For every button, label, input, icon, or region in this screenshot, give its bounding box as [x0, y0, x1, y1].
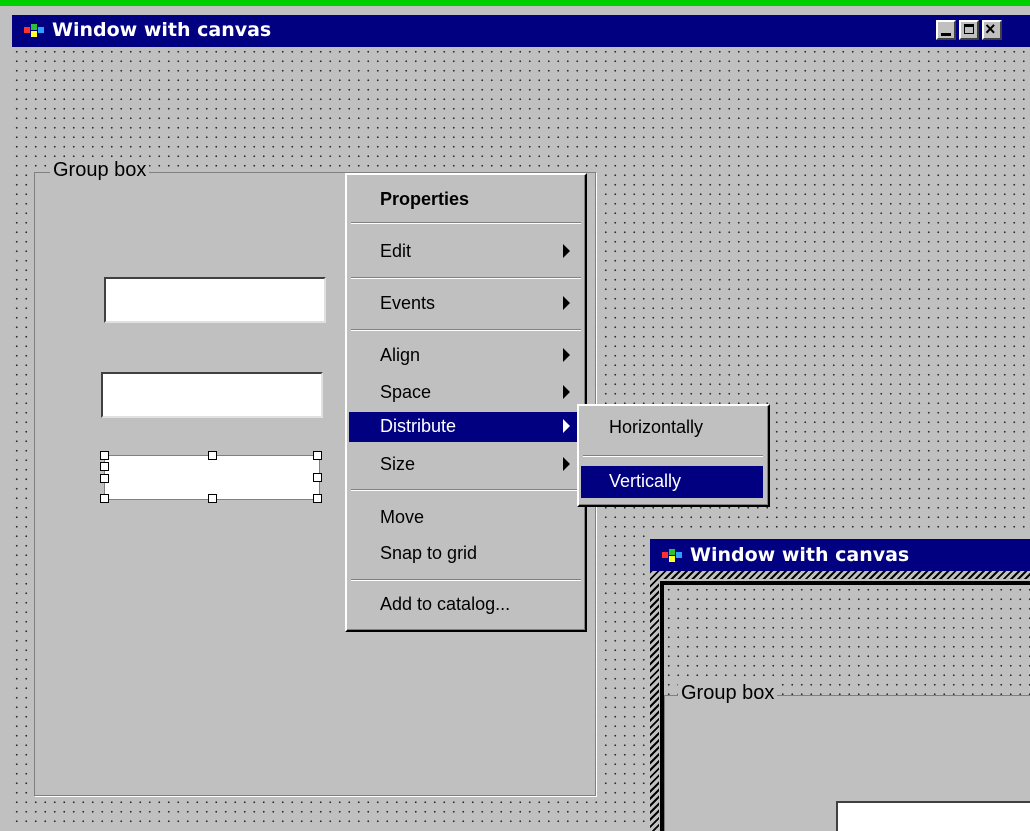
distribute-submenu: Horizontally Vertically — [577, 404, 770, 507]
resize-border-top[interactable] — [650, 571, 1030, 579]
menu-item-align[interactable]: Align — [349, 341, 583, 371]
window-title: Window with canvas — [52, 19, 272, 41]
menu-separator — [351, 489, 581, 491]
submenu-arrow-icon — [563, 348, 570, 362]
menu-item-label: Align — [380, 345, 421, 365]
menu-item-properties[interactable]: Properties — [349, 185, 583, 215]
resize-handle[interactable] — [208, 494, 217, 503]
context-menu: Properties Edit Events Align Space Distr… — [345, 173, 587, 632]
group-box-label: Group box — [50, 159, 150, 182]
menu-separator — [351, 277, 581, 279]
minimize-button[interactable] — [936, 20, 956, 40]
second-group-box-label: Group box — [678, 682, 778, 705]
resize-handle[interactable] — [100, 462, 109, 471]
submenu-arrow-icon — [563, 419, 570, 433]
menu-item-label: Space — [380, 382, 432, 402]
resize-handle[interactable] — [100, 451, 109, 460]
submenu-item-label: Vertically — [609, 471, 682, 491]
submenu-arrow-icon — [563, 457, 570, 471]
second-window-text-field[interactable] — [836, 801, 1030, 831]
menu-item-edit[interactable]: Edit — [349, 237, 583, 267]
menu-separator — [351, 222, 581, 224]
resize-handle[interactable] — [100, 494, 109, 503]
submenu-arrow-icon — [563, 385, 570, 399]
close-button[interactable]: × — [982, 19, 1002, 40]
menu-item-label: Snap to grid — [380, 543, 478, 563]
menu-separator — [351, 329, 581, 331]
submenu-item-label: Horizontally — [609, 417, 704, 437]
submenu-arrow-icon — [563, 296, 570, 310]
menu-item-add-to-catalog[interactable]: Add to catalog... — [349, 590, 583, 620]
submenu-arrow-icon — [563, 244, 570, 258]
app-icon — [24, 24, 44, 37]
submenu-item-horizontally[interactable]: Horizontally — [581, 412, 763, 444]
app-icon — [662, 549, 682, 562]
menu-item-distribute[interactable]: Distribute — [349, 412, 583, 442]
close-icon: × — [985, 19, 996, 39]
resize-handle[interactable] — [313, 451, 322, 460]
second-window[interactable]: Window with canvas Group box — [648, 535, 1030, 831]
menu-item-snap-to-grid[interactable]: Snap to grid — [349, 539, 583, 569]
menu-item-label: Events — [380, 293, 436, 313]
menu-item-label: Size — [380, 454, 416, 474]
menu-separator — [351, 579, 581, 581]
resize-handle[interactable] — [313, 494, 322, 503]
maximize-button[interactable] — [959, 20, 979, 40]
text-field-1[interactable] — [104, 277, 326, 323]
resize-handle[interactable] — [208, 451, 217, 460]
menu-item-label: Add to catalog... — [380, 594, 511, 614]
resize-border-left[interactable] — [650, 571, 659, 831]
menu-item-label: Distribute — [380, 416, 457, 436]
menu-item-label: Edit — [380, 241, 412, 261]
second-window-title-bar[interactable]: Window with canvas — [650, 539, 1030, 571]
menu-item-label: Move — [380, 507, 425, 527]
text-field-2[interactable] — [101, 372, 323, 418]
menu-item-events[interactable]: Events — [349, 289, 583, 319]
main-title-bar[interactable]: Window with canvas × — [12, 15, 1030, 47]
resize-handle[interactable] — [313, 473, 322, 482]
second-window-title: Window with canvas — [690, 544, 910, 566]
menu-item-label: Properties — [380, 189, 470, 209]
menu-item-move[interactable]: Move — [349, 503, 583, 533]
menu-item-space[interactable]: Space — [349, 378, 583, 408]
menu-separator — [583, 455, 763, 457]
menu-item-size[interactable]: Size — [349, 450, 583, 480]
submenu-item-vertically[interactable]: Vertically — [581, 466, 763, 498]
resize-handle[interactable] — [100, 474, 109, 483]
